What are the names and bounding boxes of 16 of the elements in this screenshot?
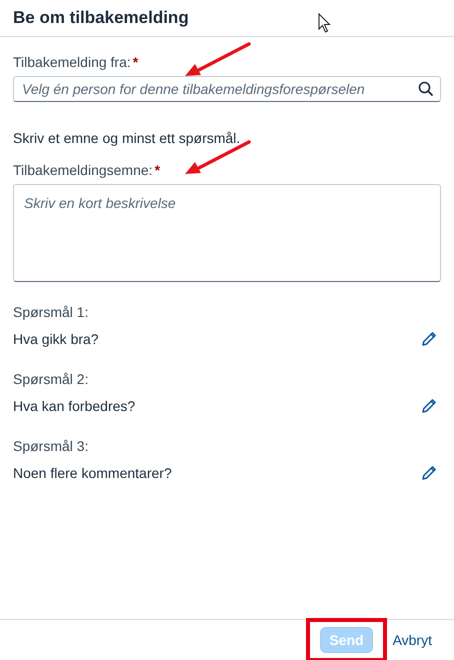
cancel-link[interactable]: Avbryt bbox=[390, 628, 434, 652]
question-label: Spørsmål 2: bbox=[13, 371, 90, 387]
question-label: Spørsmål 3: bbox=[13, 438, 90, 454]
description-field[interactable]: Skriv en kort beskrivelse bbox=[13, 184, 441, 282]
instruction-text: Skriv et emne og minst ett spørsmål. bbox=[13, 130, 242, 146]
question-text: Hva kan forbedres? bbox=[13, 398, 136, 414]
dialog-title: Be om tilbakemelding bbox=[13, 8, 189, 28]
search-icon[interactable] bbox=[418, 81, 434, 97]
field-label: Tilbakemelding fra:* bbox=[13, 54, 140, 70]
question-label: Spørsmål 1: bbox=[13, 304, 90, 320]
search-field[interactable]: Velg én person for denne tilbakemeldingsforespørselen bbox=[13, 76, 441, 102]
question-text: Noen flere kommentarer? bbox=[13, 465, 172, 481]
cursor-icon bbox=[318, 13, 331, 33]
field-label: Tilbakemeldingsemne:* bbox=[13, 162, 162, 178]
arrow-annotation bbox=[185, 42, 251, 76]
question-text: Hva gikk bra? bbox=[13, 331, 99, 347]
